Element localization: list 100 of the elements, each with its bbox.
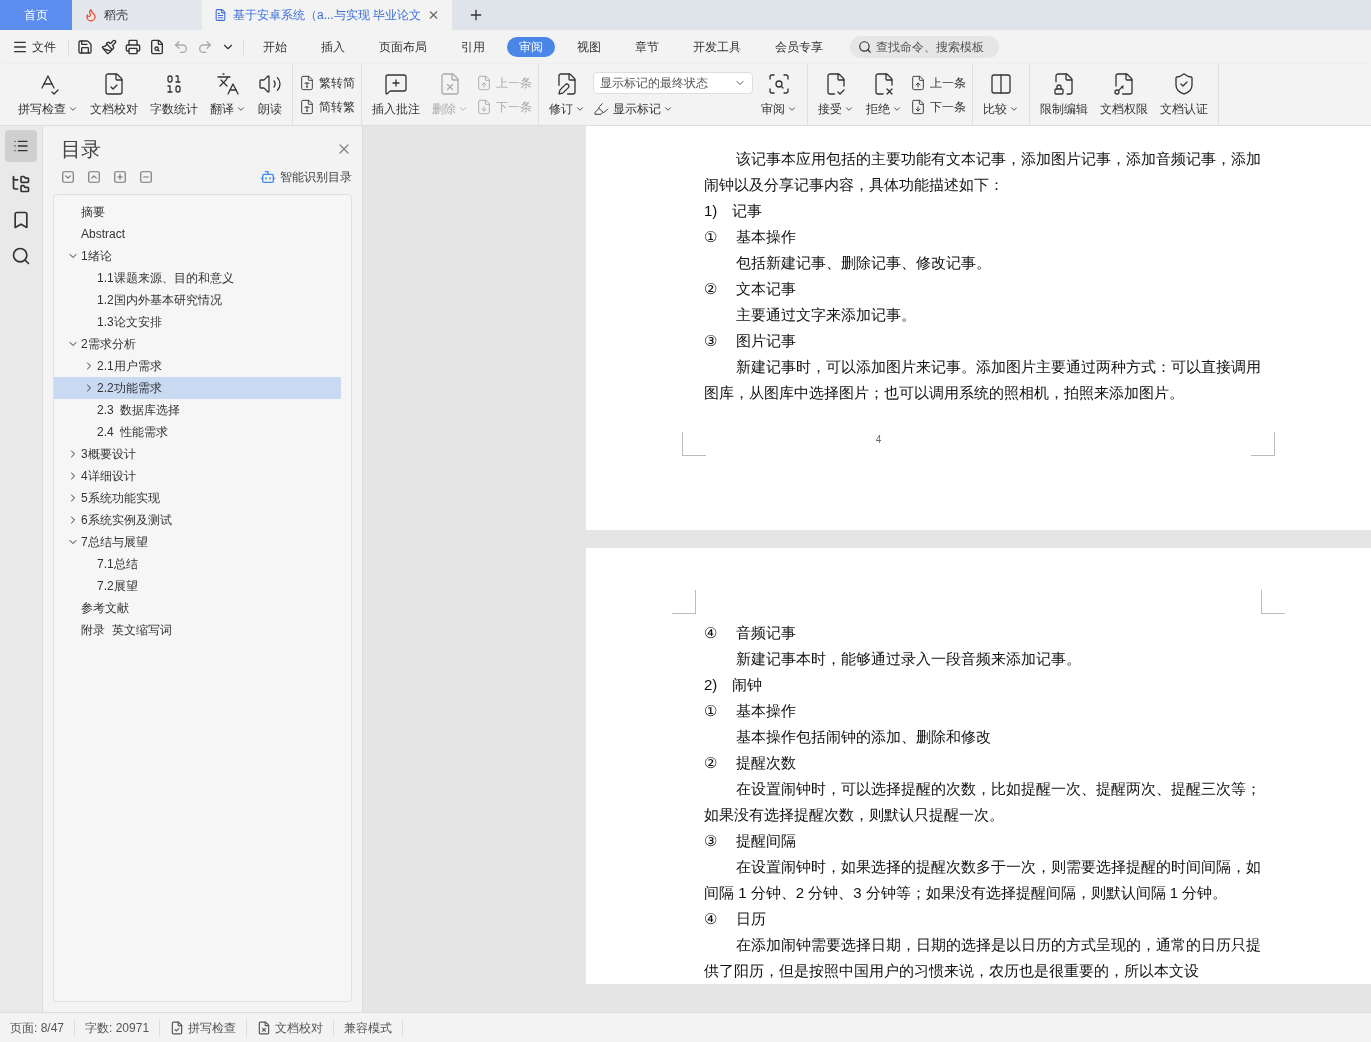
file-menu[interactable]: 文件: [12, 38, 64, 56]
corner-mark: [1261, 590, 1285, 614]
brush-icon[interactable]: [101, 39, 117, 55]
list-heading: 文本记事: [736, 279, 796, 299]
list-marker: ①: [704, 701, 718, 721]
ribbon-button[interactable]: 插入批注: [368, 64, 424, 125]
magnifier-icon: [767, 71, 791, 96]
expand-all-icon[interactable]: [61, 170, 75, 184]
outline-item[interactable]: 1绪论: [54, 245, 341, 267]
outline-item[interactable]: 2需求分析: [54, 333, 341, 355]
markup-dropdown[interactable]: 显示标记的最终状态: [593, 71, 753, 94]
ribbon-button[interactable]: 朗读: [254, 64, 286, 125]
bookmark-icon[interactable]: [11, 210, 31, 230]
outline-item[interactable]: 2.3 数据库选择: [54, 399, 341, 421]
redo-icon[interactable]: [197, 39, 213, 55]
new-tab-icon[interactable]: [468, 7, 484, 23]
word-count: 字数: 20971: [75, 1018, 161, 1037]
ribbon-button[interactable]: 文档权限: [1096, 64, 1152, 125]
ribbon-tab[interactable]: 会员专享: [763, 37, 835, 57]
ribbon-button[interactable]: 限制编辑: [1036, 64, 1092, 125]
search-field[interactable]: 查找命令、搜索模板: [850, 36, 999, 58]
outline-item[interactable]: 7.1总结: [54, 553, 341, 575]
ribbon-button[interactable]: 显示标记: [593, 99, 753, 118]
outline-item[interactable]: Abstract: [54, 223, 341, 245]
smart-toc-button[interactable]: 智能识别目录: [260, 168, 352, 186]
document-icon: [214, 8, 227, 22]
close-icon[interactable]: [427, 8, 440, 22]
print-icon[interactable]: [125, 39, 141, 55]
outline-item[interactable]: 5系统功能实现: [54, 487, 341, 509]
outline-item[interactable]: 摘要: [54, 201, 341, 223]
search-icon[interactable]: [11, 246, 31, 266]
ribbon-tab[interactable]: 开始: [251, 37, 299, 57]
document-tab[interactable]: 基于安卓系统（a...与实现 毕业论文: [202, 0, 452, 30]
document-lock-icon: [1052, 71, 1076, 96]
shield-check-icon: [1172, 71, 1196, 96]
outline-item[interactable]: 2.2功能需求: [54, 377, 341, 399]
ribbon-button[interactable]: 文档认证: [1156, 64, 1212, 125]
body-paragraph: 该记事本应用包括的主要功能有文本记事，添加图片记事，添加音频记事，添加闹钟以及分享记事内容，具体功能描述如下：: [704, 149, 1262, 195]
outline-item[interactable]: 6系统实例及测试: [54, 509, 341, 531]
outline-item[interactable]: 1.2国内外基本研究情况: [54, 289, 341, 311]
outline-item[interactable]: 2.1用户需求: [54, 355, 341, 377]
list-marker: ③: [704, 831, 718, 851]
ribbon-button[interactable]: 拒绝: [862, 64, 906, 125]
ribbon-tab[interactable]: 插入: [309, 37, 357, 57]
list-heading: 提醒间隔: [736, 831, 796, 851]
minus-icon[interactable]: [139, 170, 153, 184]
document-tab[interactable]: 稻壳: [72, 0, 202, 30]
outline-item[interactable]: 2.4 性能需求: [54, 421, 341, 443]
ribbon-tab[interactable]: 开发工具: [681, 37, 753, 57]
ribbon-button[interactable]: 比较: [979, 64, 1023, 125]
outline-item[interactable]: 4详细设计: [54, 465, 341, 487]
character-icon: [299, 98, 315, 115]
list-marker: ②: [704, 279, 718, 299]
body-paragraph: 在设置闹钟时，可以选择提醒的次数，比如提醒一次、提醒两次、提醒三次等；如果没有选择提醒次数，则默认只提醒一次。: [704, 779, 1262, 825]
corner-mark: [672, 590, 696, 614]
ribbon-tab[interactable]: 视图: [565, 37, 613, 57]
list-heading: 基本操作: [736, 227, 796, 247]
ribbon-button[interactable]: 上一条: [910, 73, 966, 92]
ribbon-button[interactable]: 接受: [814, 64, 858, 125]
outline-item[interactable]: 1.3论文安排: [54, 311, 341, 333]
outline-icon[interactable]: [5, 130, 37, 162]
body-paragraph: 主要通过文字来添加记事。: [735, 305, 917, 325]
flame-logo-icon: [84, 8, 98, 22]
body-paragraph: 新建记事时，可以添加图片来记事。添加图片主要通过两种方式：可以直接调用图库，从图库中选择图片；也可以调用系统的照相机，拍照来添加图片。: [704, 357, 1262, 403]
ribbon-button[interactable]: 修订: [545, 64, 589, 125]
preview-icon[interactable]: [149, 39, 165, 55]
ribbon-button[interactable]: 翻译: [206, 64, 250, 125]
plus-icon[interactable]: [113, 170, 127, 184]
ribbon-tab[interactable]: 页面布局: [367, 37, 439, 57]
outline-item[interactable]: 3概要设计: [54, 443, 341, 465]
list-marker: ②: [704, 753, 718, 773]
status-button[interactable]: 拼写检查: [160, 1018, 248, 1037]
collapse-all-icon[interactable]: [87, 170, 101, 184]
ribbon-button[interactable]: 文档校对: [86, 64, 142, 125]
ribbon-tab[interactable]: 审阅: [507, 37, 555, 57]
ribbon-button[interactable]: 审阅: [757, 64, 801, 125]
ribbon-button[interactable]: 字数统计: [146, 64, 202, 125]
ribbon-button[interactable]: 下一条: [910, 97, 966, 116]
document-check-icon: [824, 71, 848, 96]
undo-icon[interactable]: [173, 39, 189, 55]
ribbon-button[interactable]: 繁转简: [299, 73, 355, 92]
character-icon: [299, 74, 315, 91]
outline-item[interactable]: 参考文献: [54, 597, 341, 619]
ribbon-tab[interactable]: 引用: [449, 37, 497, 57]
save-icon[interactable]: [77, 39, 93, 55]
document-down-icon: [910, 98, 926, 115]
outline-item[interactable]: 1.1课题来源、目的和意义: [54, 267, 341, 289]
ribbon-button[interactable]: 拼写检查: [14, 64, 82, 125]
search-icon: [858, 40, 872, 54]
outline-item[interactable]: 附录 英文缩写词: [54, 619, 341, 641]
tree-icon[interactable]: [11, 174, 31, 194]
list-heading: 提醒次数: [736, 753, 796, 773]
menu-icon: [12, 39, 28, 55]
list-marker: 1): [704, 201, 719, 221]
status-button[interactable]: 文档校对: [247, 1018, 335, 1037]
outline-item[interactable]: 7总结与展望: [54, 531, 341, 553]
ribbon-button[interactable]: 简转繁: [299, 97, 355, 116]
ribbon-tab[interactable]: 章节: [623, 37, 671, 57]
outline-item[interactable]: 7.2展望: [54, 575, 341, 597]
panel-title: 目录: [61, 137, 101, 162]
